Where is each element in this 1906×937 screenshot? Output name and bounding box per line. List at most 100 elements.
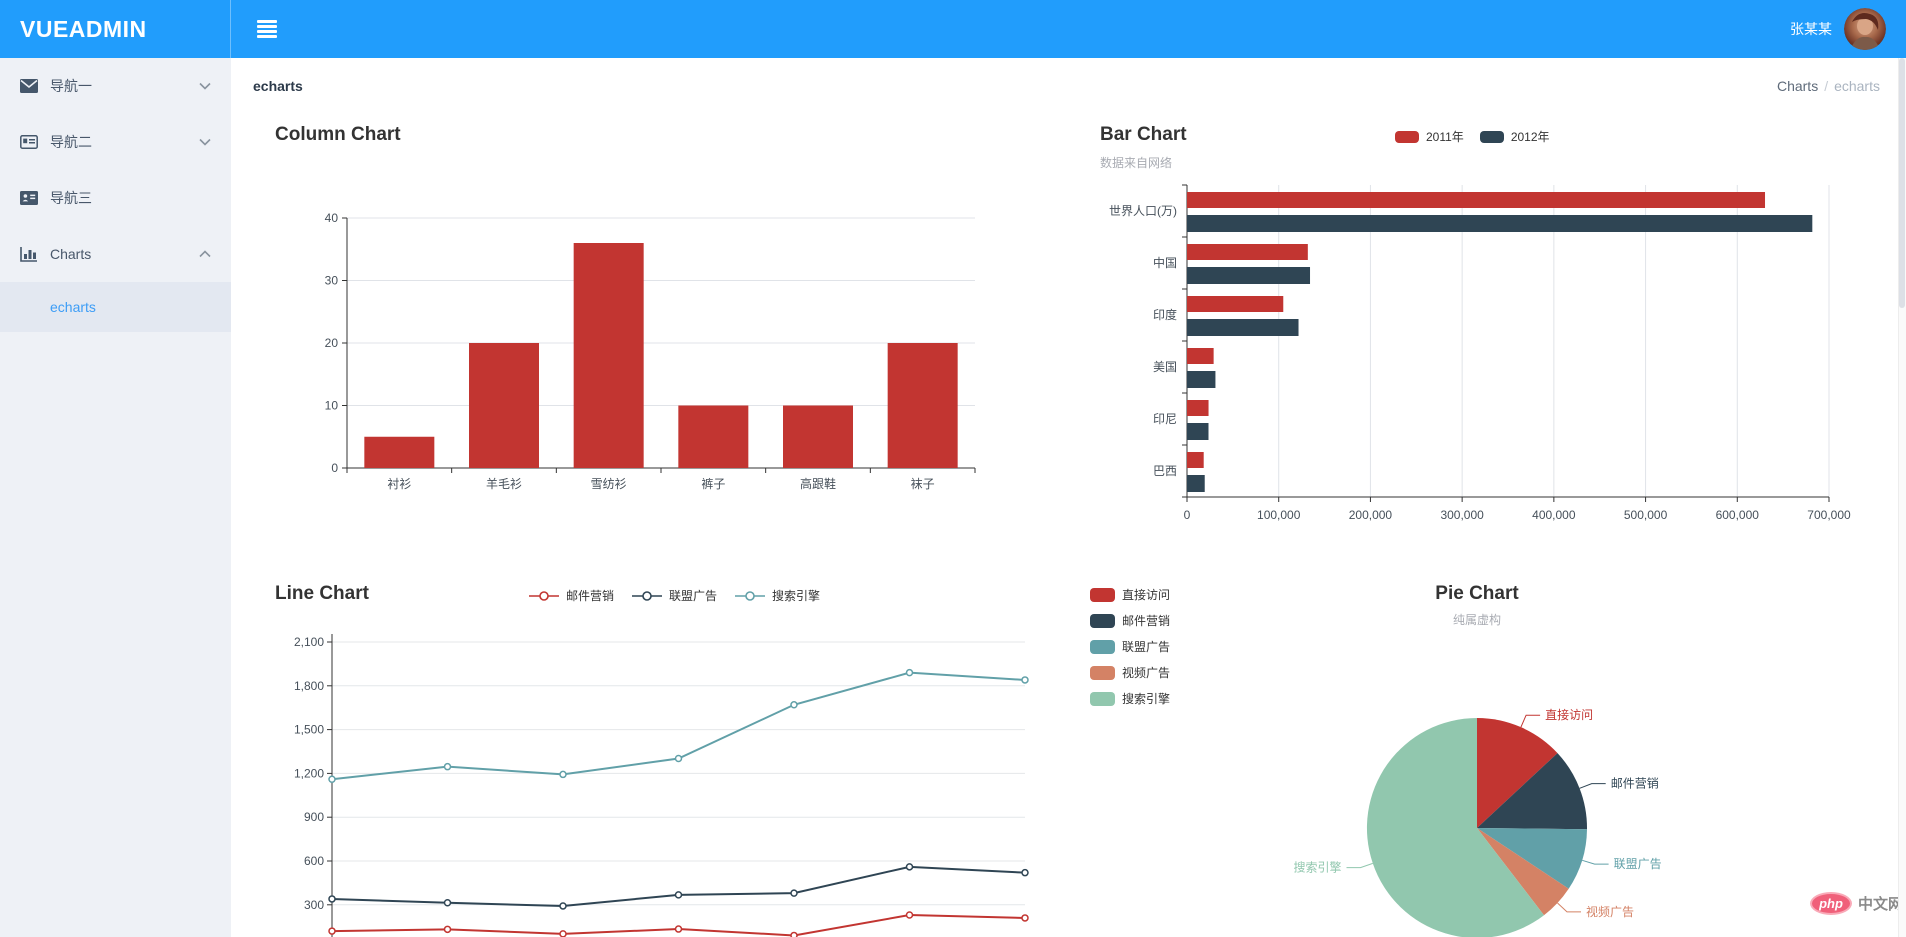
username[interactable]: 张某某 bbox=[1790, 19, 1832, 39]
legend-label: 联盟广告 bbox=[1122, 638, 1170, 655]
bar-chart-title: Bar Chart bbox=[1100, 124, 1187, 146]
pie-chart-legend: 直接访问邮件营销联盟广告视频广告搜索引擎 bbox=[1090, 586, 1170, 707]
svg-text:2,100: 2,100 bbox=[294, 635, 324, 649]
breadcrumb: Charts / echarts bbox=[1777, 78, 1880, 94]
legend-swatch bbox=[1395, 131, 1419, 143]
svg-text:雪纺衫: 雪纺衫 bbox=[591, 477, 627, 491]
svg-text:衬衫: 衬衫 bbox=[387, 477, 411, 491]
svg-text:1,800: 1,800 bbox=[294, 679, 324, 693]
legend-item[interactable]: 搜索引擎 bbox=[1090, 690, 1170, 707]
legend-label: 2011年 bbox=[1426, 128, 1464, 145]
watermark: php 中文网 bbox=[1810, 892, 1903, 915]
avatar-image bbox=[1844, 8, 1886, 50]
pie-chart-subtitle: 纯属虚构 bbox=[1377, 611, 1577, 628]
svg-text:300: 300 bbox=[304, 898, 324, 912]
svg-text:1,500: 1,500 bbox=[294, 723, 324, 737]
legend-label: 视频广告 bbox=[1122, 664, 1170, 681]
legend-line-marker bbox=[632, 591, 662, 601]
scrollbar-track[interactable] bbox=[1898, 58, 1906, 937]
bar-groups bbox=[1187, 192, 1812, 492]
menu-toggle-icon[interactable] bbox=[257, 20, 277, 38]
legend-item[interactable]: 视频广告 bbox=[1090, 664, 1170, 681]
svg-text:30: 30 bbox=[325, 274, 339, 288]
page-title: echarts bbox=[253, 78, 303, 94]
sidebar: 导航一 导航二 导航三 Charts echarts bbox=[0, 58, 231, 937]
legend-item[interactable]: 直接访问 bbox=[1090, 586, 1170, 603]
php-logo: php bbox=[1810, 892, 1852, 915]
header-toolbar: 张某某 bbox=[231, 0, 1906, 58]
svg-text:美国: 美国 bbox=[1153, 360, 1177, 374]
sidebar-item-label: 导航一 bbox=[50, 76, 92, 96]
svg-text:视频广告: 视频广告 bbox=[1586, 904, 1634, 919]
svg-text:1,200: 1,200 bbox=[294, 766, 324, 780]
svg-text:700,000: 700,000 bbox=[1807, 508, 1851, 522]
pie-slices bbox=[1367, 718, 1587, 937]
legend-line-marker bbox=[529, 591, 559, 601]
bar-chart-subtitle: 数据来自网络 bbox=[1100, 154, 1172, 171]
svg-text:40: 40 bbox=[325, 211, 339, 225]
legend-item[interactable]: 联盟广告 bbox=[1090, 638, 1170, 655]
svg-text:邮件营销: 邮件营销 bbox=[1611, 777, 1659, 791]
sidebar-item-nav3[interactable]: 导航三 bbox=[0, 170, 231, 226]
svg-text:300,000: 300,000 bbox=[1440, 508, 1484, 522]
header-user-area: 张某某 bbox=[1790, 8, 1886, 50]
line-chart-legend: 邮件营销 联盟广告 搜索引擎 bbox=[529, 587, 820, 604]
svg-text:直接访问: 直接访问 bbox=[1545, 707, 1593, 722]
svg-text:中国: 中国 bbox=[1153, 255, 1177, 270]
legend-item[interactable]: 2011年 bbox=[1395, 128, 1464, 145]
legend-swatch bbox=[1090, 666, 1115, 680]
sidebar-item-nav2[interactable]: 导航二 bbox=[0, 114, 231, 170]
sidebar-item-label: 导航三 bbox=[50, 188, 92, 208]
chevron-down-icon bbox=[199, 82, 211, 90]
line-chart-canvas: 3006009001,2001,5001,8002,100 bbox=[290, 628, 1050, 937]
breadcrumb-separator: / bbox=[1824, 78, 1828, 94]
legend-swatch bbox=[1480, 131, 1504, 143]
legend-swatch bbox=[1090, 614, 1115, 628]
envelope-icon bbox=[20, 79, 40, 93]
avatar[interactable] bbox=[1844, 8, 1886, 50]
legend-item[interactable]: 联盟广告 bbox=[632, 587, 717, 604]
app-logo: VUEADMIN bbox=[0, 0, 231, 58]
legend-item[interactable]: 搜索引擎 bbox=[735, 587, 820, 604]
legend-swatch bbox=[1090, 588, 1115, 602]
legend-swatch bbox=[1090, 692, 1115, 706]
legend-item[interactable]: 邮件营销 bbox=[529, 587, 614, 604]
svg-text:世界人口(万): 世界人口(万) bbox=[1109, 204, 1177, 218]
breadcrumb-current: echarts bbox=[1834, 78, 1880, 94]
svg-text:高跟鞋: 高跟鞋 bbox=[800, 476, 836, 491]
line-series bbox=[329, 912, 1028, 937]
legend-label: 邮件营销 bbox=[1122, 612, 1170, 629]
svg-text:0: 0 bbox=[1184, 508, 1191, 522]
svg-text:裤子: 裤子 bbox=[701, 477, 725, 491]
scrollbar-thumb[interactable] bbox=[1899, 58, 1905, 308]
svg-text:400,000: 400,000 bbox=[1532, 508, 1576, 522]
legend-item[interactable]: 2012年 bbox=[1480, 128, 1550, 145]
app-header: VUEADMIN 张某某 bbox=[0, 0, 1906, 58]
sidebar-item-nav1[interactable]: 导航一 bbox=[0, 58, 231, 114]
legend-swatch bbox=[1090, 640, 1115, 654]
pie-chart-canvas: 直接访问邮件营销联盟广告视频广告搜索引擎 bbox=[1230, 655, 1830, 937]
watermark-text: 中文网 bbox=[1858, 893, 1903, 914]
bar-chart-legend: 2011年 2012年 bbox=[1395, 128, 1550, 145]
chevron-down-icon bbox=[199, 138, 211, 146]
sidebar-subitem-echarts[interactable]: echarts bbox=[0, 282, 231, 332]
line-series bbox=[329, 864, 1028, 909]
svg-text:20: 20 bbox=[325, 336, 339, 350]
breadcrumb-parent[interactable]: Charts bbox=[1777, 78, 1818, 94]
sidebar-item-label: Charts bbox=[50, 246, 91, 262]
sidebar-item-label: 导航二 bbox=[50, 132, 92, 152]
legend-label: 搜索引擎 bbox=[772, 587, 820, 604]
svg-text:巴西: 巴西 bbox=[1153, 464, 1177, 478]
legend-label: 2012年 bbox=[1511, 128, 1550, 145]
svg-text:印尼: 印尼 bbox=[1153, 412, 1177, 426]
svg-text:900: 900 bbox=[304, 810, 324, 824]
legend-line-marker bbox=[735, 591, 765, 601]
svg-text:袜子: 袜子 bbox=[911, 477, 935, 491]
legend-item[interactable]: 邮件营销 bbox=[1090, 612, 1170, 629]
pie-chart-title: Pie Chart bbox=[1377, 583, 1577, 605]
sidebar-item-charts[interactable]: Charts bbox=[0, 226, 231, 282]
svg-text:0: 0 bbox=[331, 461, 338, 475]
svg-text:10: 10 bbox=[325, 399, 339, 413]
legend-label: 联盟广告 bbox=[669, 587, 717, 604]
id-card-icon bbox=[20, 135, 40, 149]
